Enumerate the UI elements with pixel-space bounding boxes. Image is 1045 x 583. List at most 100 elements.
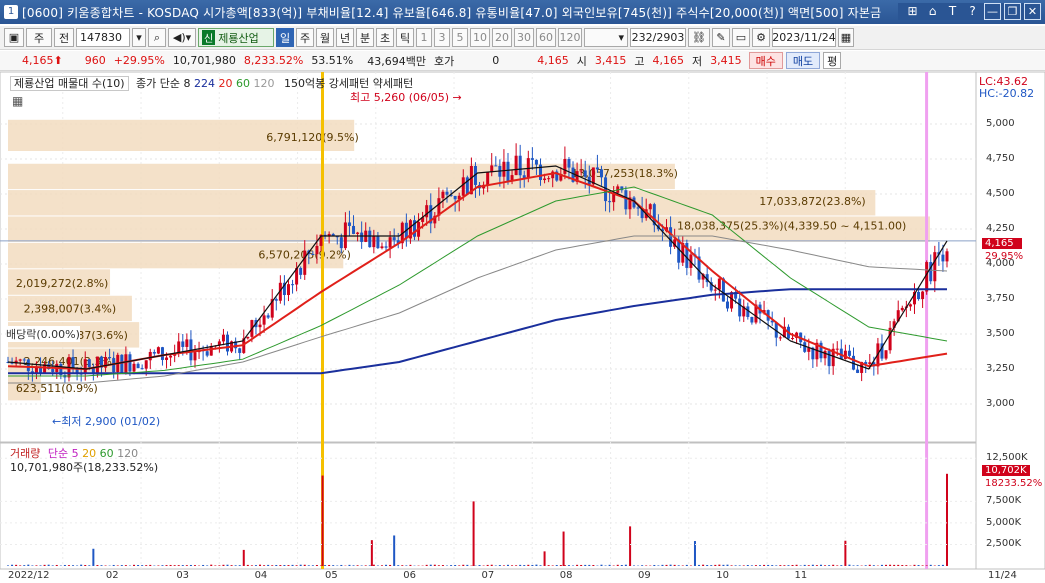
volume-bar — [547, 565, 550, 566]
candle-body — [352, 225, 356, 234]
volume-bar — [133, 564, 136, 566]
candle-body — [827, 350, 831, 367]
volume-bar — [279, 565, 282, 566]
volume-profile-legend[interactable]: 제룡산업 매물대 수(10) — [10, 76, 129, 91]
volume-bar — [63, 564, 66, 566]
volume-profile-label: 2,398,007(3.4%) — [24, 302, 117, 315]
candle-body — [778, 337, 782, 339]
candle-body — [502, 161, 506, 177]
candle-body — [311, 254, 315, 256]
ma-60-label: 60 — [236, 77, 251, 90]
candle-body — [514, 155, 518, 176]
ma-legend: 종가 단순 8 224 20 60 120 — [136, 77, 278, 90]
volume-bar — [67, 565, 70, 566]
volume-bar — [523, 565, 526, 566]
candle-body — [847, 350, 851, 356]
volume-bar — [759, 565, 762, 566]
volume-bar — [267, 564, 270, 566]
price-tick: 4,750 — [986, 153, 1015, 164]
candle-body — [266, 315, 270, 318]
volume-bar — [856, 565, 859, 566]
volume-bar — [511, 565, 514, 566]
volume-bar — [206, 565, 209, 566]
x-axis-label: 11/24 — [988, 570, 1017, 581]
volume-bar — [7, 565, 9, 566]
candle-body — [884, 350, 888, 359]
volume-bar — [852, 565, 855, 566]
price-tick: 4,500 — [986, 188, 1015, 199]
volume-bar — [124, 565, 127, 566]
volume-bar — [779, 565, 782, 566]
candle-body — [921, 291, 925, 300]
candle-body — [917, 291, 921, 300]
volume-bar — [51, 565, 54, 566]
volume-bar — [401, 565, 404, 566]
volume-bar — [259, 564, 262, 566]
volume-bar — [746, 565, 749, 566]
candle-body — [547, 178, 551, 180]
volume-bar — [372, 564, 375, 566]
candle-body — [124, 354, 128, 374]
volume-bar — [734, 565, 737, 566]
volume-bar — [515, 565, 518, 566]
candle-body — [563, 158, 567, 174]
volume-bar — [677, 565, 680, 566]
volume-current-pct: 18233.52% — [985, 478, 1043, 489]
volume-bar — [321, 475, 324, 566]
volume-profile-label: 2,019,272(2.8%) — [16, 277, 109, 290]
volume-bar — [836, 565, 839, 566]
candle-body — [258, 324, 262, 328]
volume-bar — [189, 564, 192, 566]
volume-bar — [165, 565, 168, 566]
volume-bar — [450, 565, 453, 566]
candle-body — [445, 191, 449, 195]
volume-current-tag: 10,702K — [982, 465, 1030, 476]
volume-profile-label: 13,057,253(18.3%) — [571, 167, 678, 180]
volume-bar — [332, 565, 335, 566]
volume-bar — [506, 564, 509, 566]
volume-bar — [55, 564, 58, 566]
volume-bar — [275, 565, 278, 566]
candle-body — [108, 357, 112, 359]
candle-body — [274, 299, 278, 301]
volume-bar — [551, 565, 554, 566]
x-axis-label: 05 — [325, 570, 338, 581]
volume-bar — [824, 565, 827, 566]
volume-bar — [702, 564, 705, 566]
candle-body — [791, 337, 795, 339]
candle-body — [372, 236, 376, 248]
volume-bar — [15, 564, 18, 566]
candle-body — [599, 169, 603, 178]
event-marker-bar — [925, 72, 929, 569]
volume-bar — [848, 564, 851, 566]
volume-bar — [210, 564, 213, 566]
candle-body — [945, 251, 949, 262]
candle-body — [453, 195, 457, 200]
candle-body — [205, 351, 209, 356]
volume-bar — [181, 565, 184, 566]
x-axis-label: 09 — [638, 570, 651, 581]
volume-bar — [498, 565, 501, 566]
volume-bar — [941, 564, 944, 566]
volume-bar — [901, 565, 904, 566]
volume-bar — [795, 564, 798, 566]
volume-bar — [889, 564, 892, 566]
volume-bar — [714, 564, 717, 566]
candle-body — [291, 284, 295, 286]
volume-bar — [19, 565, 22, 566]
candle-body — [299, 267, 303, 275]
candle-body — [738, 298, 742, 317]
price-tick: 3,250 — [986, 363, 1015, 374]
grid-icon[interactable]: ▦ — [12, 94, 23, 108]
candle-body — [156, 347, 160, 354]
volume-bar — [929, 564, 932, 566]
volume-bar — [462, 564, 465, 566]
x-axis-label: 02 — [105, 570, 119, 581]
candle-body — [461, 177, 465, 196]
x-axis-label: 11 — [794, 570, 808, 581]
volume-bar — [917, 565, 920, 566]
volume-bar — [616, 564, 619, 566]
volume-bar — [116, 565, 119, 566]
volume-bar — [718, 564, 721, 566]
volume-bar — [543, 551, 546, 566]
